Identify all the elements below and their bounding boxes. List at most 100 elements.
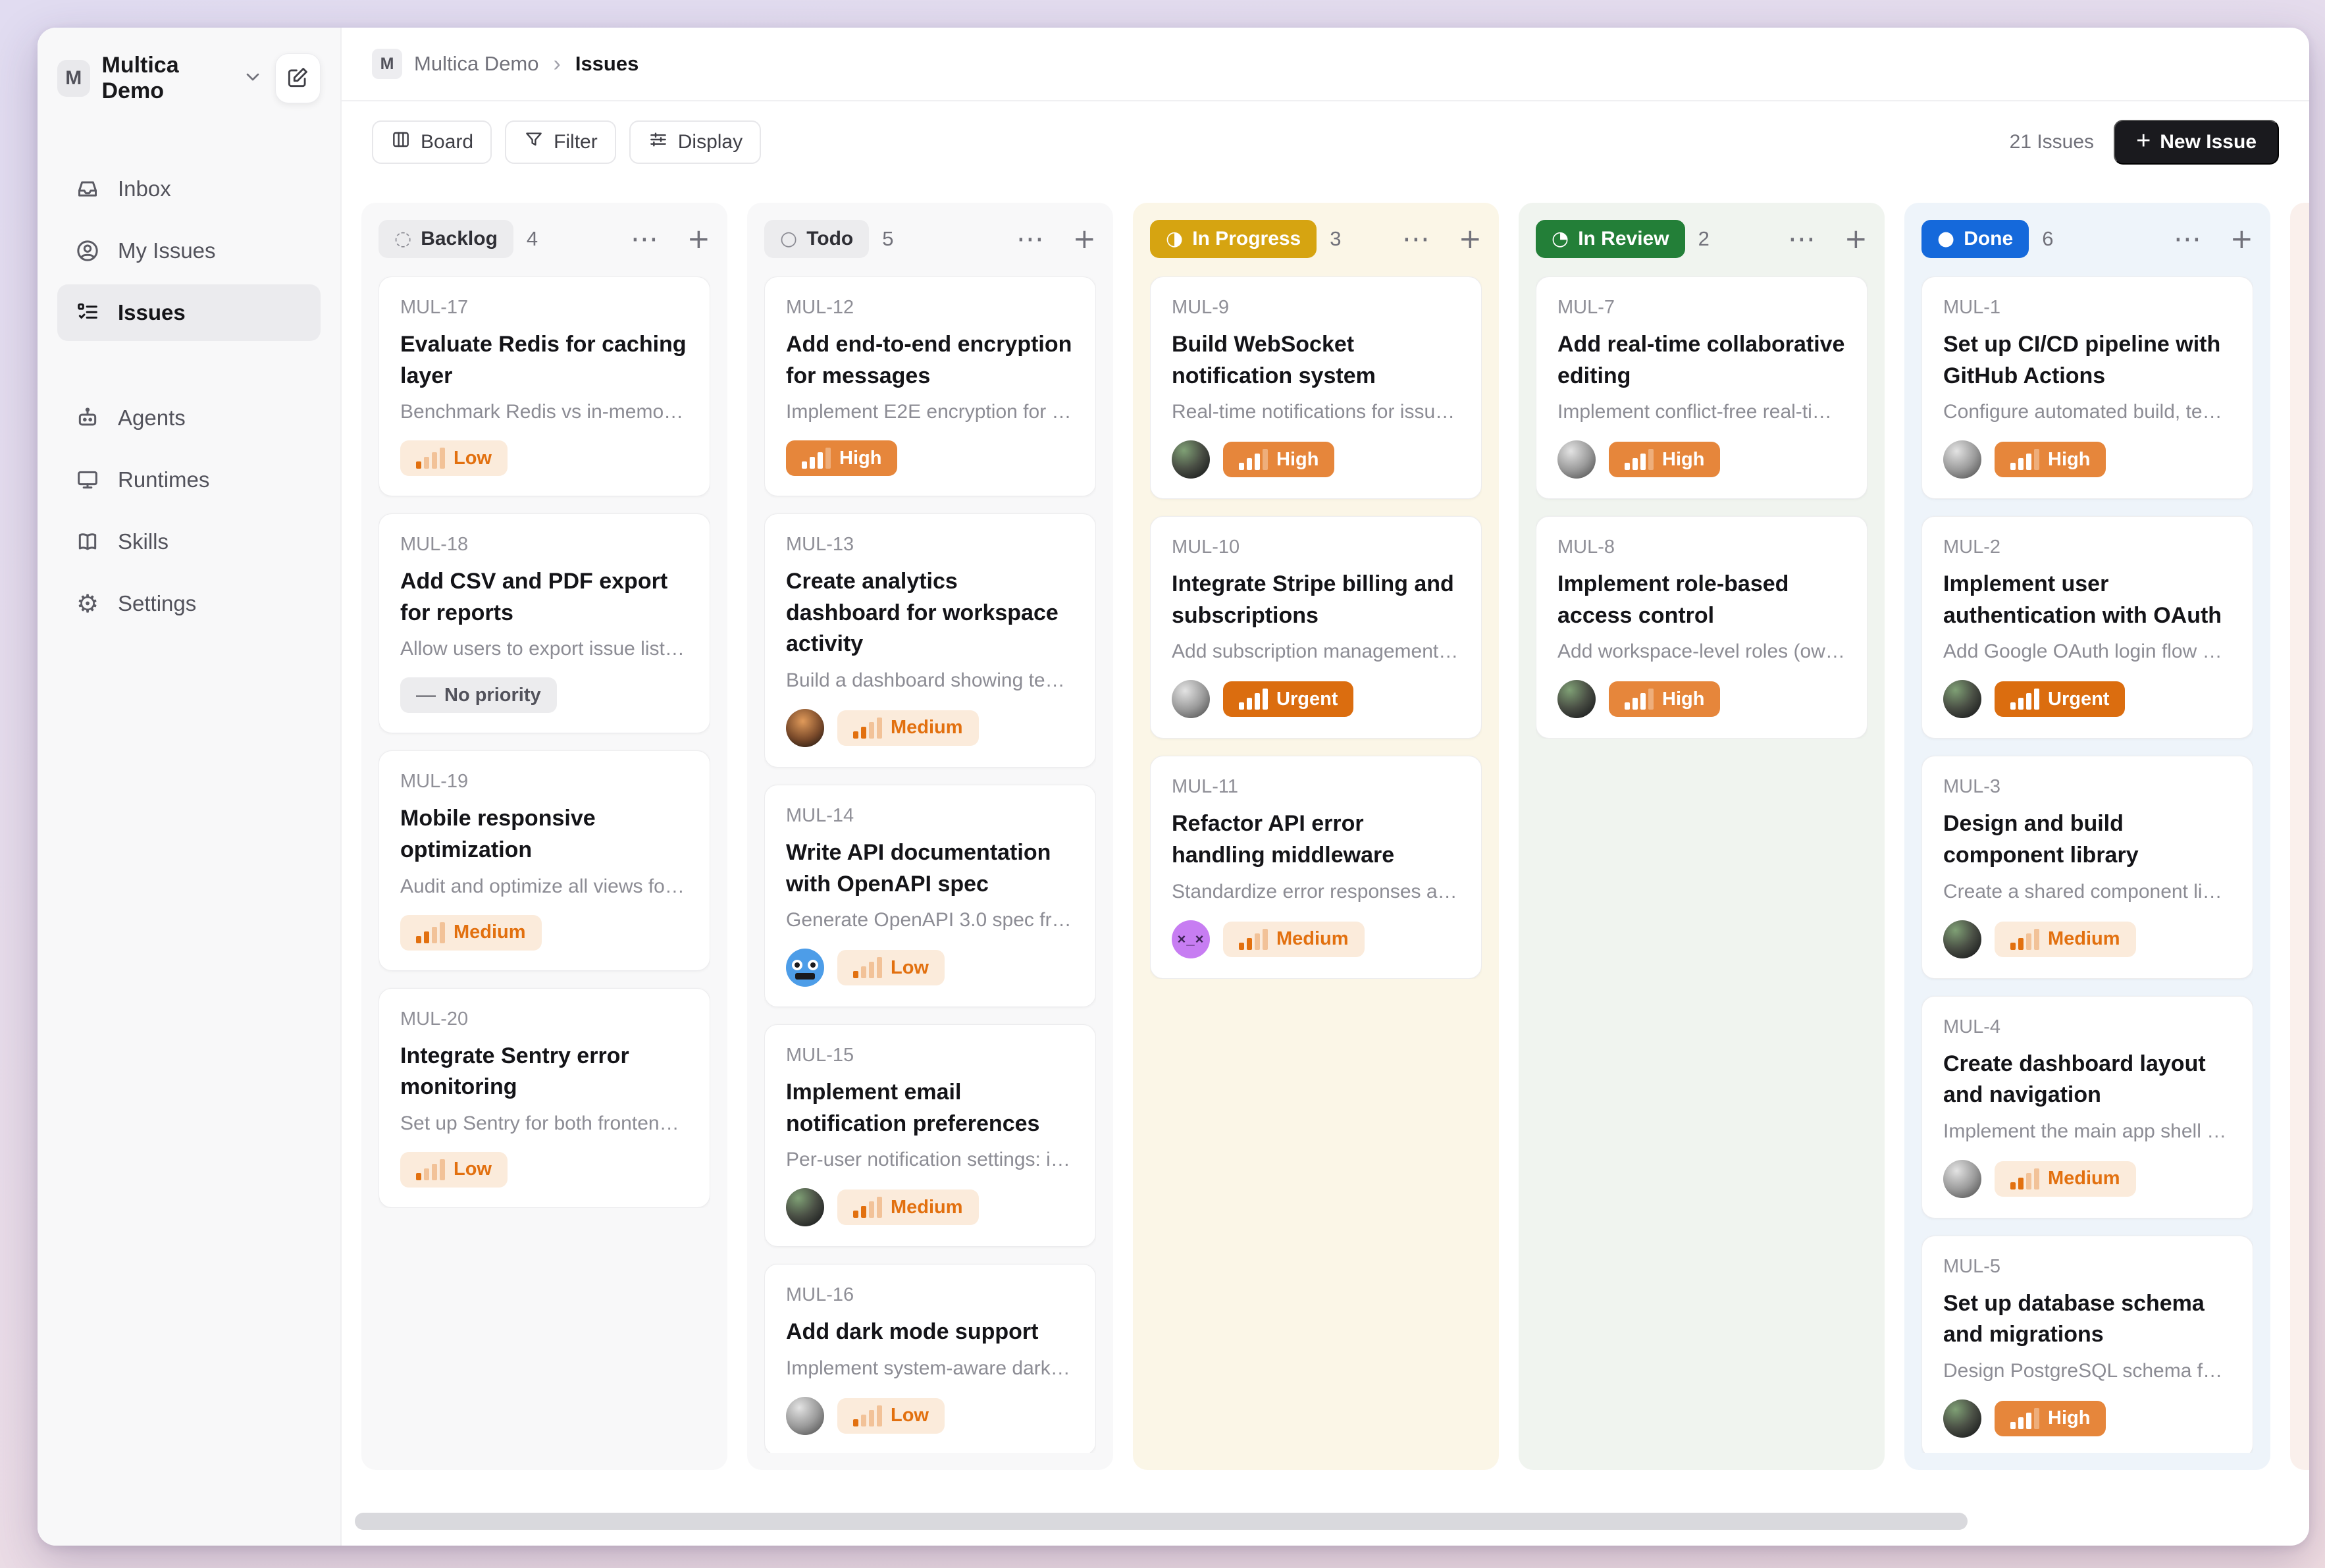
priority-label: High — [2048, 1407, 2090, 1429]
filter-button[interactable]: Filter — [505, 120, 616, 164]
issue-card-mul-13[interactable]: MUL-13Create analytics dashboard for wor… — [764, 513, 1096, 768]
priority-label: Medium — [891, 717, 963, 739]
issue-description: Implement conflict-free real-time editin… — [1557, 401, 1846, 423]
horizontal-scrollbar[interactable] — [355, 1513, 1968, 1530]
priority-badge: Low — [837, 1398, 945, 1434]
issue-footer: High — [1557, 440, 1846, 479]
column-partial — [2290, 203, 2309, 1470]
sidebar-item-my-issues[interactable]: My Issues — [57, 222, 321, 279]
issue-card-mul-12[interactable]: MUL-12Add end-to-end encryption for mess… — [764, 276, 1096, 496]
issue-card-mul-1[interactable]: MUL-1Set up CI/CD pipeline with GitHub A… — [1921, 276, 2253, 499]
more-options-icon[interactable]: ⋯ — [1402, 225, 1430, 253]
breadcrumb: M Multica Demo › Issues — [342, 28, 2309, 101]
issue-description: Standardize error responses across all… — [1172, 881, 1460, 903]
add-issue-icon[interactable]: + — [687, 225, 710, 253]
issue-footer: Low — [786, 949, 1074, 987]
issue-description: Per-user notification settings: issue… — [786, 1149, 1074, 1171]
priority-badge: Low — [400, 1152, 508, 1188]
add-issue-icon[interactable]: + — [1844, 225, 1868, 253]
sidebar-item-runtimes[interactable]: Runtimes — [57, 452, 321, 508]
issue-description: Implement system-aware dark mode… — [786, 1357, 1074, 1380]
more-options-icon[interactable]: ⋯ — [2174, 225, 2201, 253]
issue-card-mul-8[interactable]: MUL-8Implement role-based access control… — [1536, 516, 1868, 739]
column-actions: ⋯+ — [1016, 225, 1096, 253]
issue-card-mul-3[interactable]: MUL-3Design and build component libraryC… — [1921, 756, 2253, 978]
priority-bars-icon — [416, 1159, 445, 1180]
issue-card-mul-16[interactable]: MUL-16Add dark mode supportImplement sys… — [764, 1264, 1096, 1453]
add-issue-icon[interactable]: + — [2230, 225, 2253, 253]
status-badge-done[interactable]: ●Done — [1921, 220, 2029, 258]
sidebar-item-settings[interactable]: ⚙Settings — [57, 575, 321, 632]
issue-footer: Low — [400, 440, 689, 476]
status-badge-in-progress[interactable]: ◑In Progress — [1150, 220, 1317, 258]
issue-title: Add real-time collaborative editing — [1557, 329, 1846, 392]
avatar — [786, 949, 824, 987]
priority-label: Medium — [2048, 928, 2120, 950]
issue-footer: High — [1943, 1399, 2232, 1438]
clock-icon: ◔ — [1552, 229, 1569, 249]
issue-title: Design and build component library — [1943, 808, 2232, 871]
issue-card-mul-4[interactable]: MUL-4Create dashboard layout and navigat… — [1921, 996, 2253, 1218]
status-badge-todo[interactable]: ○Todo — [764, 220, 869, 258]
issue-footer: ×_×Medium — [1172, 920, 1460, 958]
board-toolbar: Board Filter Display 21 Issues + New Iss… — [342, 101, 2309, 183]
status-badge-backlog[interactable]: ◌Backlog — [379, 220, 513, 258]
no-priority-icon: — — [416, 684, 436, 706]
issue-card-mul-2[interactable]: MUL-2Implement user authentication with … — [1921, 516, 2253, 739]
chevron-right-icon: › — [554, 51, 561, 77]
avatar — [1172, 680, 1210, 718]
priority-bars-icon — [2010, 1408, 2039, 1429]
issue-card-mul-19[interactable]: MUL-19Mobile responsive optimizationAudi… — [379, 750, 710, 970]
avatar — [1943, 920, 1981, 958]
issue-card-mul-5[interactable]: MUL-5Set up database schema and migratio… — [1921, 1236, 2253, 1453]
more-options-icon[interactable]: ⋯ — [631, 225, 658, 253]
sidebar-item-skills[interactable]: Skills — [57, 513, 321, 570]
issue-card-mul-10[interactable]: MUL-10Integrate Stripe billing and subsc… — [1150, 516, 1482, 739]
issue-title: Integrate Sentry error monitoring — [400, 1041, 689, 1103]
priority-badge: Medium — [1995, 922, 2136, 957]
priority-badge: Medium — [1995, 1161, 2136, 1197]
issue-card-mul-11[interactable]: MUL-11Refactor API error handling middle… — [1150, 756, 1482, 978]
more-options-icon[interactable]: ⋯ — [1016, 225, 1044, 253]
more-options-icon[interactable]: ⋯ — [1788, 225, 1816, 253]
column-actions: ⋯+ — [631, 225, 710, 253]
board-view-button[interactable]: Board — [372, 120, 492, 164]
issue-id: MUL-8 — [1557, 536, 1846, 558]
priority-badge: High — [1995, 442, 2106, 477]
issue-card-mul-15[interactable]: MUL-15Implement email notification prefe… — [764, 1024, 1096, 1247]
issue-card-mul-20[interactable]: MUL-20Integrate Sentry error monitoringS… — [379, 988, 710, 1208]
robot-icon — [74, 405, 101, 431]
issue-card-mul-18[interactable]: MUL-18Add CSV and PDF export for reports… — [379, 513, 710, 733]
sidebar-item-label: My Issues — [118, 238, 216, 263]
issue-card-mul-17[interactable]: MUL-17Evaluate Redis for caching layerBe… — [379, 276, 710, 496]
scrollbar-thumb[interactable] — [355, 1513, 1968, 1530]
avatar — [1943, 1399, 1981, 1438]
issue-card-mul-9[interactable]: MUL-9Build WebSocket notification system… — [1150, 276, 1482, 499]
breadcrumb-workspace-link[interactable]: Multica Demo — [414, 52, 539, 76]
new-issue-compose-button[interactable] — [275, 53, 321, 103]
issue-card-mul-7[interactable]: MUL-7Add real-time collaborative editing… — [1536, 276, 1868, 499]
display-button[interactable]: Display — [629, 120, 761, 164]
issue-title: Set up CI/CD pipeline with GitHub Action… — [1943, 329, 2232, 392]
sidebar-item-agents[interactable]: Agents — [57, 390, 321, 446]
issue-title: Implement user authentication with OAuth — [1943, 569, 2232, 631]
issue-id: MUL-10 — [1172, 536, 1460, 558]
status-badge-in-review[interactable]: ◔In Review — [1536, 220, 1685, 258]
issue-footer: High — [786, 440, 1074, 476]
issue-card-mul-14[interactable]: MUL-14Write API documentation with OpenA… — [764, 785, 1096, 1007]
sidebar-item-issues[interactable]: Issues — [57, 284, 321, 341]
toolbar-right: 21 Issues + New Issue — [2010, 120, 2279, 165]
add-issue-icon[interactable]: + — [1073, 225, 1096, 253]
add-issue-icon[interactable]: + — [1459, 225, 1482, 253]
new-issue-button[interactable]: + New Issue — [2114, 120, 2279, 165]
avatar — [786, 709, 824, 747]
priority-badge: High — [1995, 1401, 2106, 1436]
priority-badge: High — [1609, 442, 1720, 477]
app-window: M Multica Demo Inbox My Issues Issues Agent… — [38, 28, 2309, 1546]
workspace-switcher[interactable]: M Multica Demo — [57, 53, 263, 104]
priority-badge: High — [786, 440, 897, 476]
priority-label: Low — [454, 1159, 492, 1180]
priority-label: No priority — [444, 685, 541, 706]
issue-description: Add subscription management with… — [1172, 640, 1460, 663]
sidebar-item-inbox[interactable]: Inbox — [57, 161, 321, 217]
